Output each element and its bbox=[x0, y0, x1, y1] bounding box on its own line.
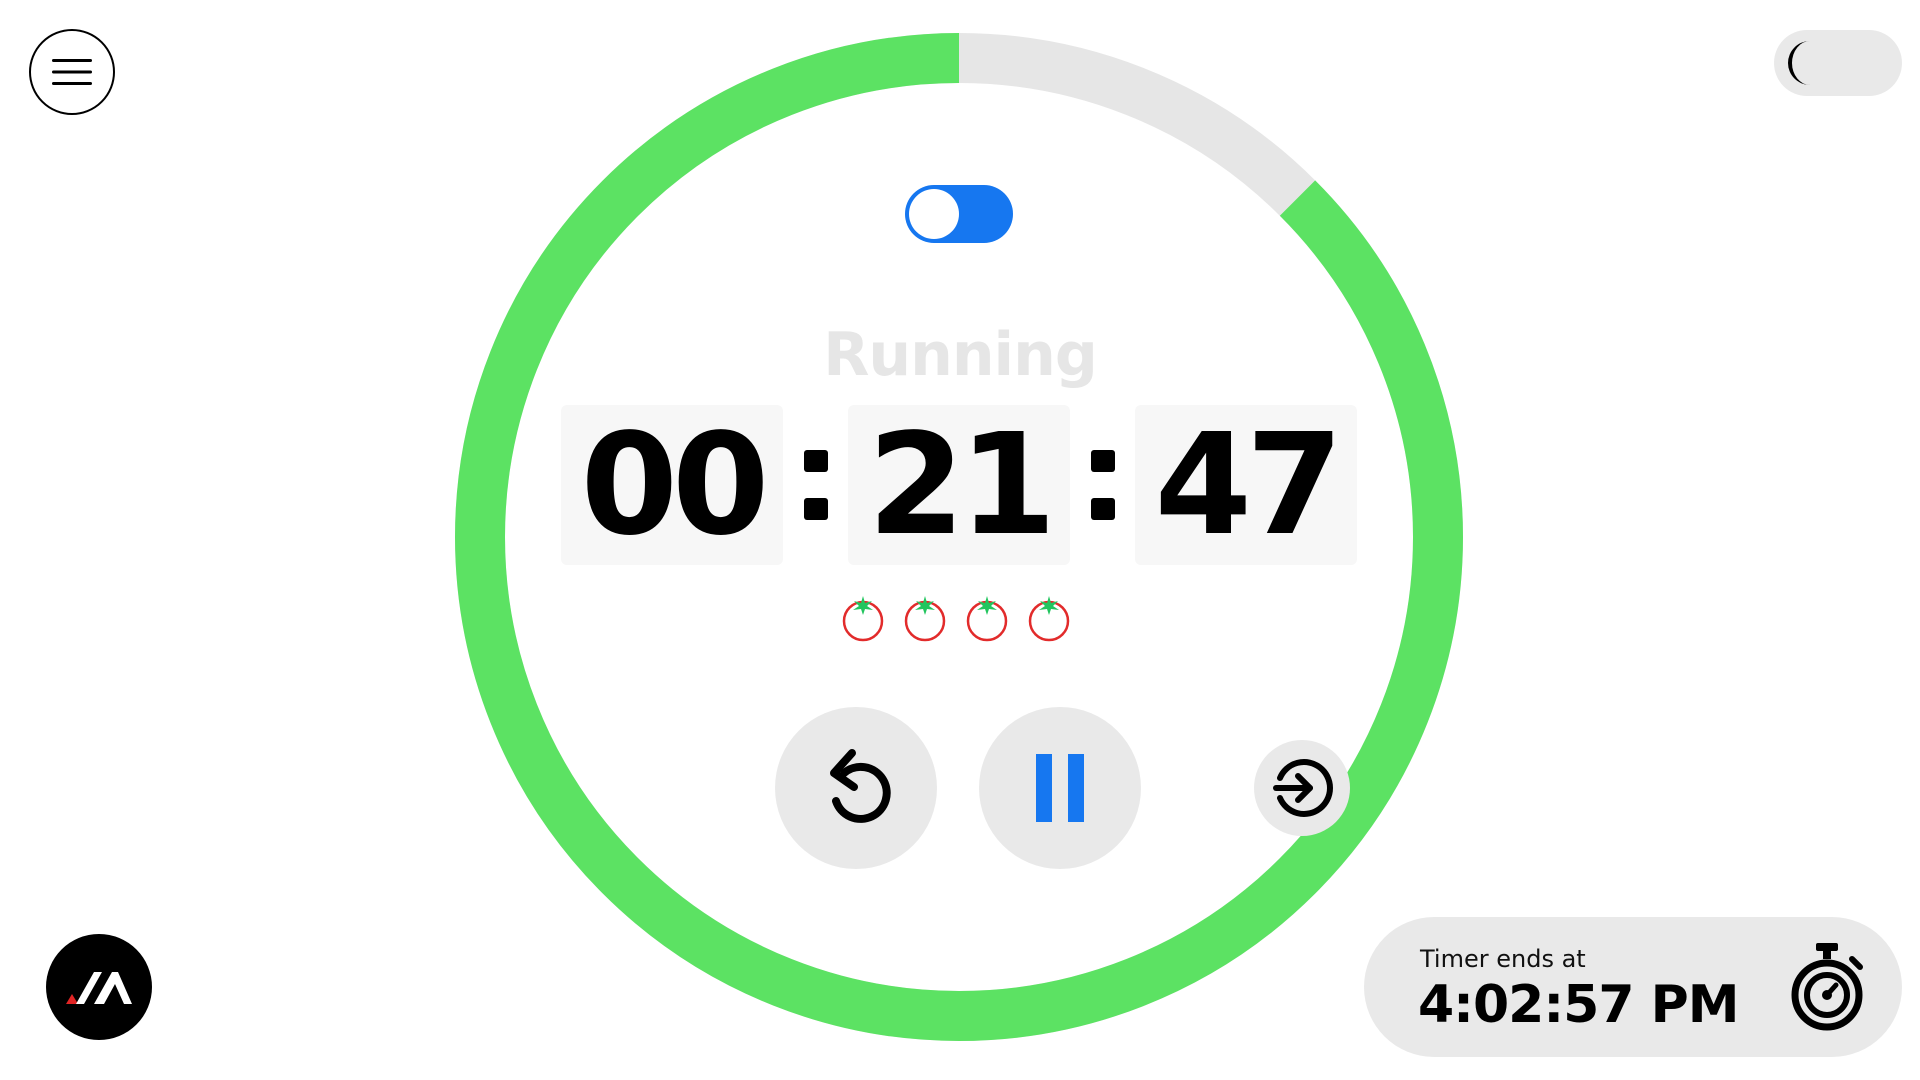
toggle-knob bbox=[909, 189, 959, 239]
pause-button[interactable] bbox=[979, 707, 1141, 869]
time-separator bbox=[804, 450, 828, 520]
time-separator bbox=[1091, 450, 1115, 520]
theme-toggle[interactable] bbox=[1774, 30, 1902, 96]
minutes-display: 21 bbox=[848, 404, 1070, 567]
pomodoro-counter bbox=[840, 592, 1080, 642]
timer-end-label: Timer ends at bbox=[1420, 945, 1586, 973]
stopwatch-icon[interactable] bbox=[1786, 941, 1868, 1033]
timer-end-panel: Timer ends at 4:02:57 PM bbox=[1364, 917, 1902, 1057]
skip-button[interactable] bbox=[1254, 740, 1350, 836]
hours-display: 00 bbox=[561, 404, 783, 567]
timer-app: Running 00 21 47 Timer ends at 4:02:57 P… bbox=[0, 0, 1920, 1080]
moon-icon bbox=[1788, 41, 1810, 85]
skip-icon bbox=[1273, 759, 1333, 817]
mode-toggle-switch[interactable] bbox=[905, 185, 1013, 243]
tomato-icon bbox=[1028, 596, 1070, 642]
reset-button[interactable] bbox=[775, 707, 937, 869]
pause-icon bbox=[1036, 754, 1084, 822]
timer-end-time: 4:02:57 PM bbox=[1418, 975, 1739, 1035]
tomato-icon bbox=[904, 596, 946, 642]
seconds-display: 47 bbox=[1135, 404, 1357, 567]
tomato-icon bbox=[966, 596, 1008, 642]
brand-logo[interactable] bbox=[46, 934, 152, 1040]
brand-logo-icon bbox=[66, 972, 132, 1004]
timer-status: Running bbox=[823, 320, 1098, 390]
menu-button[interactable] bbox=[29, 29, 115, 115]
hamburger-menu-icon bbox=[52, 59, 92, 85]
reset-icon bbox=[830, 749, 891, 823]
tomato-icon bbox=[842, 596, 884, 642]
